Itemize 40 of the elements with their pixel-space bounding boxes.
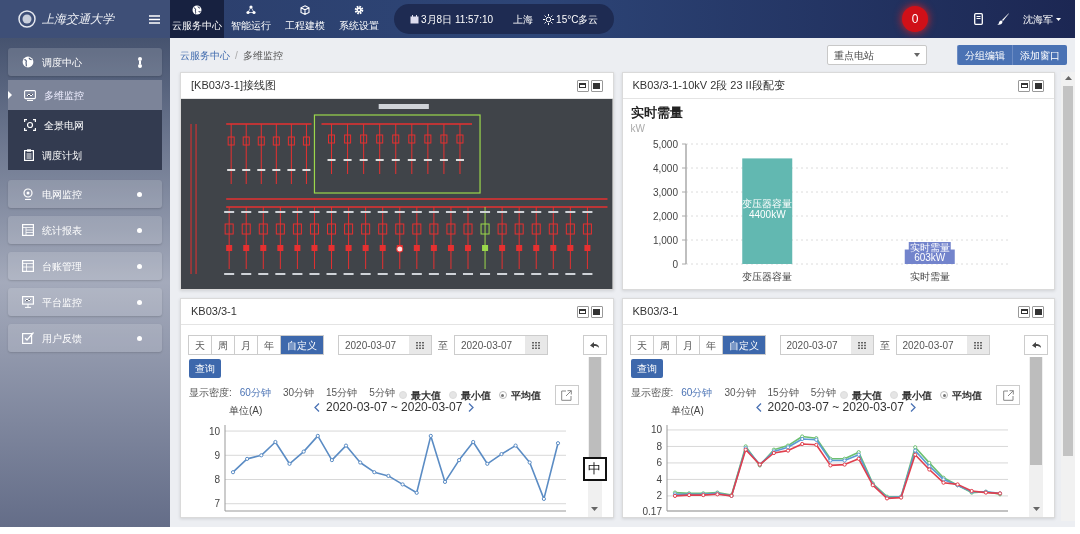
density-label: 显示密度: — [189, 385, 232, 400]
university-logo-text: 上海交通大学 — [42, 11, 114, 28]
panel-title: KB03/3-1 — [191, 304, 237, 320]
axis-unit-label: kW — [630, 121, 646, 136]
date-range-label: 2020-03-07 ~ 2020-03-07 — [326, 400, 463, 416]
breadcrumb-current: 多维监控 — [242, 48, 283, 63]
weather-text: 15°C多云 — [556, 12, 599, 27]
axis-tick-label: 1,000 — [652, 234, 678, 245]
axis-unit-label: 单位(A) — [669, 403, 705, 418]
axis-tick-label: 5,000 — [652, 138, 678, 149]
axis-tick-label: 8 — [214, 474, 220, 485]
axis-tick-label: 10 — [208, 425, 220, 437]
panel-title: KB03/3-1 — [632, 304, 679, 320]
chart-title: 实时需量 — [630, 104, 684, 122]
axis-tick-label: 10 — [650, 424, 662, 436]
panel-title: [KB03/3-1]接线图 — [191, 78, 276, 94]
data-label: 变压器容量 4400kW — [741, 197, 792, 220]
axis-tick-label: 4,000 — [652, 162, 678, 173]
category-label: 变压器容量 — [741, 270, 792, 282]
axis-tick-label: 0.17 — [642, 505, 662, 517]
axis-tick-label: 9 — [214, 449, 220, 461]
axis-unit-label: 单位(A) — [228, 403, 264, 418]
axis-tick-label: 2,000 — [652, 210, 678, 221]
density-label: 显示密度: — [630, 385, 674, 400]
panel-title: KB03/3-1-10kV 2段 23 II段配变 — [632, 78, 785, 94]
axis-tick-label: 3,000 — [652, 186, 678, 197]
date-range-label: 2020-03-07 ~ 2020-03-07 — [767, 400, 904, 416]
category-label: 实时需量 — [909, 270, 950, 282]
axis-tick-label: 0 — [671, 258, 678, 269]
date-time-text: 3月8日 11:57:10 — [421, 12, 494, 27]
breadcrumb-separator: / — [235, 48, 238, 63]
axis-tick-label: 4 — [655, 473, 662, 485]
to-label: 至 — [879, 338, 890, 353]
to-label: 至 — [438, 338, 448, 353]
ime-indicator-tooltip: 中 — [582, 457, 607, 481]
city-text: 上海 — [513, 12, 534, 27]
axis-tick-label: 8 — [655, 440, 662, 452]
axis-tick-label: 6 — [655, 457, 662, 469]
axis-tick-label: 2 — [655, 490, 662, 502]
axis-tick-label: 7 — [214, 498, 220, 510]
